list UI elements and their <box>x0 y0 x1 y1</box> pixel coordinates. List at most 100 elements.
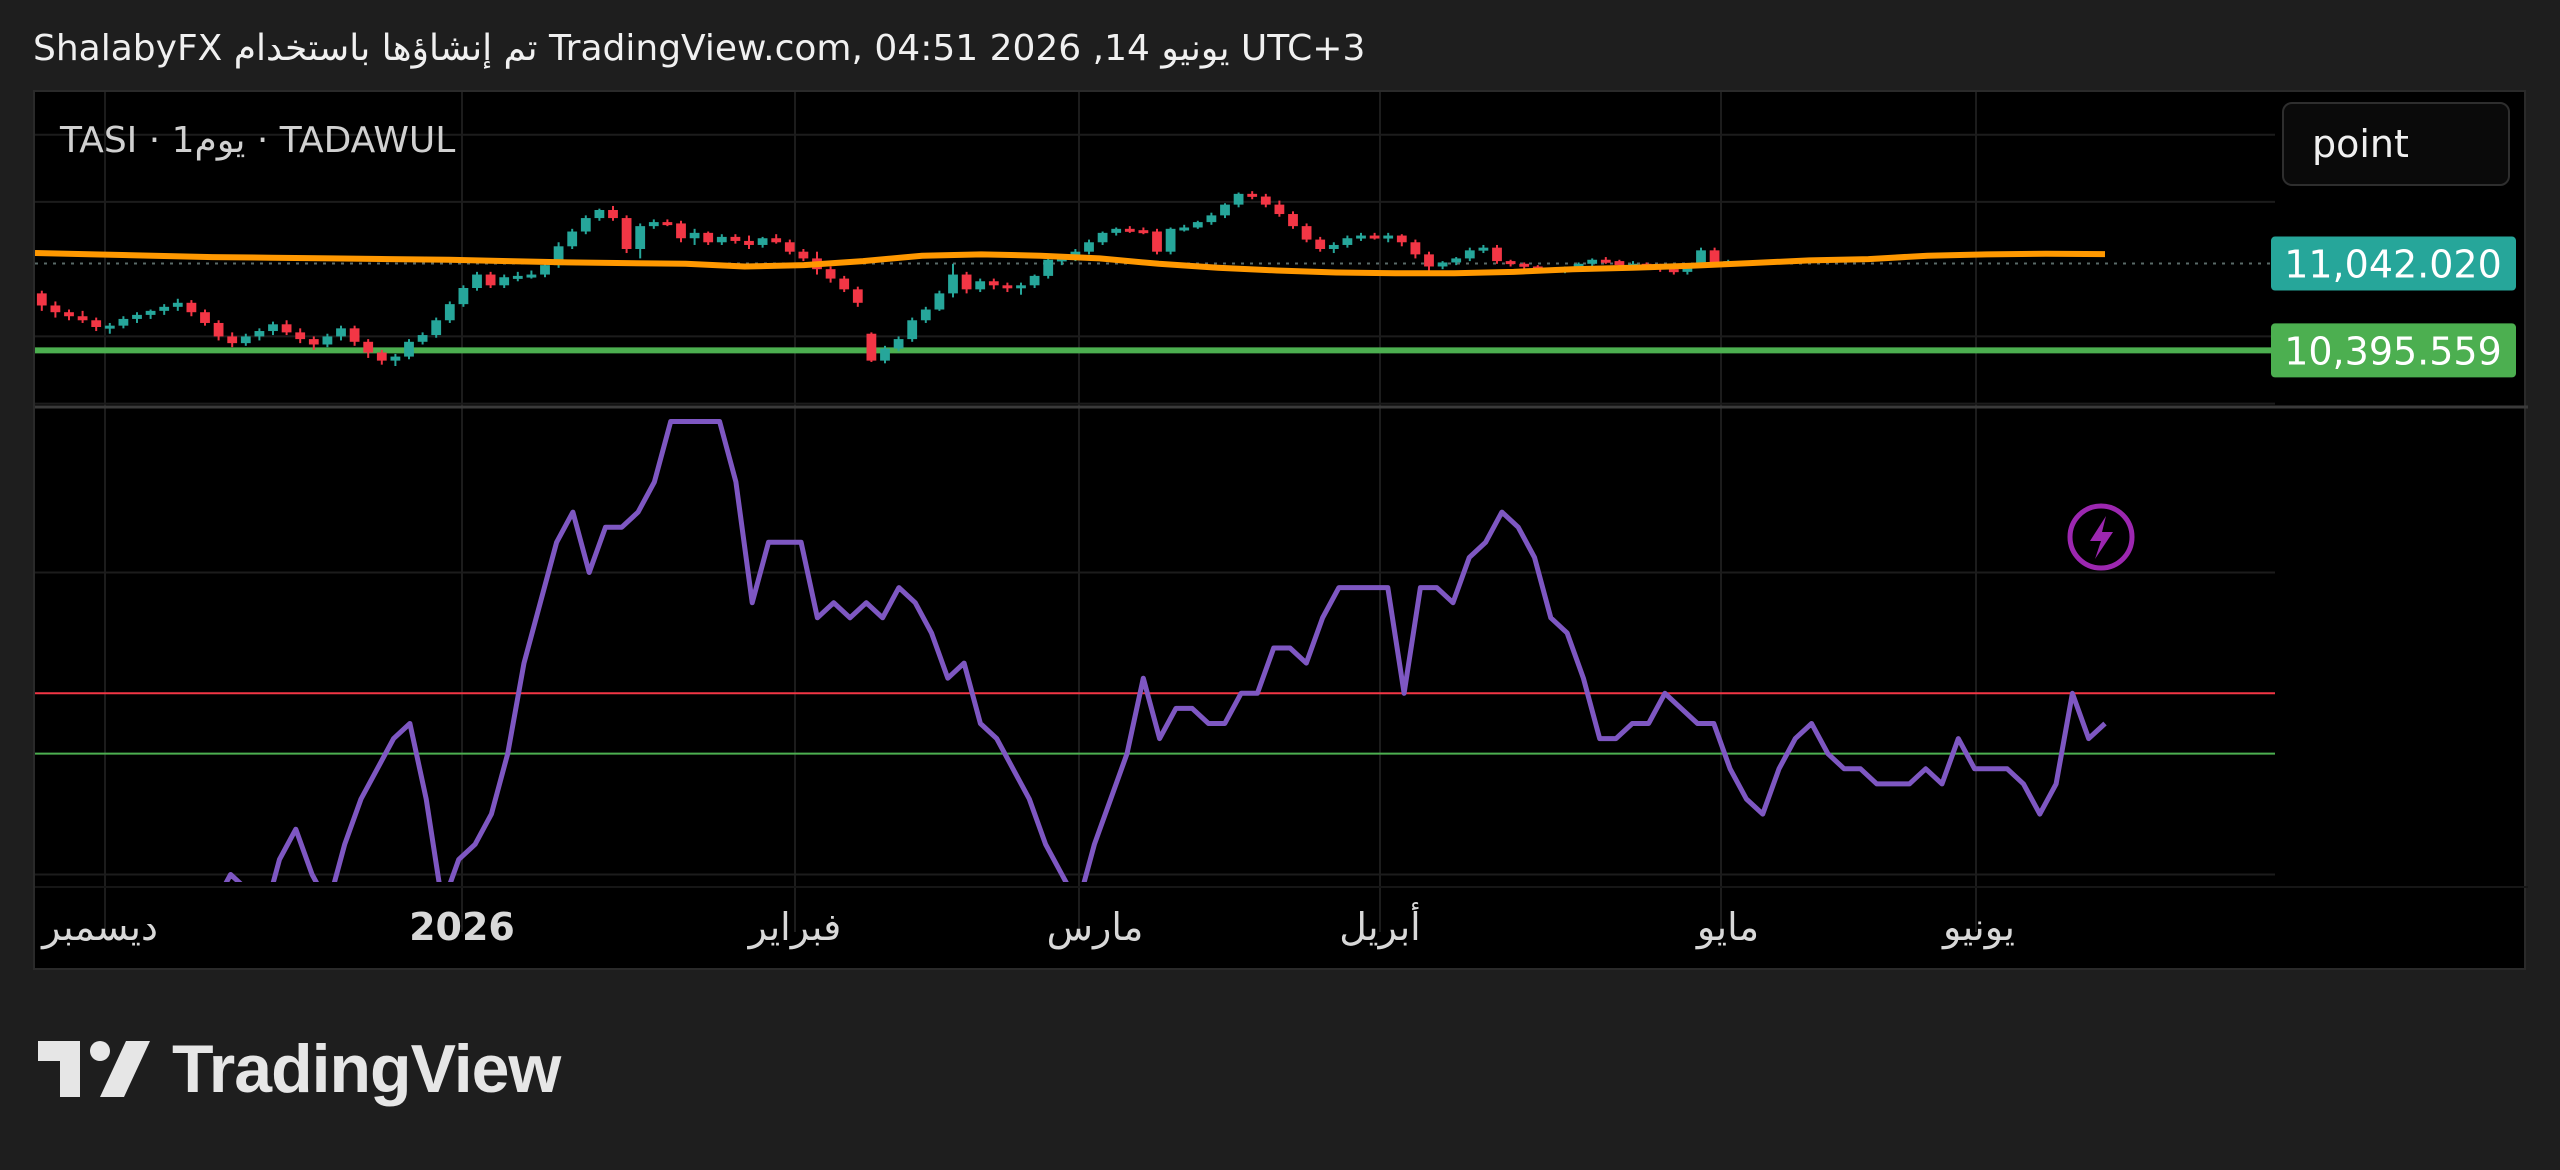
candle-body <box>172 302 183 307</box>
candle-body <box>580 218 591 232</box>
time-axis-label: أبريل <box>1339 902 1420 950</box>
candle-body <box>567 231 578 247</box>
candle-body <box>730 236 741 241</box>
candle-body <box>676 223 686 239</box>
candle-body <box>1084 242 1094 252</box>
candle-body <box>689 232 700 239</box>
candle-body <box>1342 238 1353 245</box>
candle-body <box>1206 215 1217 223</box>
candle-body <box>1437 262 1448 267</box>
candle-body <box>1124 228 1135 232</box>
time-axis-label: مارس <box>1047 905 1144 949</box>
support-price-badge: 10,395.559 <box>2284 329 2502 373</box>
candle-body <box>1233 193 1244 205</box>
candle-body <box>295 332 306 340</box>
candle-body <box>308 339 319 345</box>
candle-body <box>444 304 455 321</box>
candle-body <box>1478 247 1489 251</box>
candle-body <box>36 293 47 306</box>
candle-body <box>159 306 170 311</box>
rsi-axis-label: 40.00 <box>2337 853 2446 897</box>
candle-body <box>472 274 482 288</box>
time-axis-label: مايو <box>1695 905 1759 950</box>
candle-body <box>1328 244 1339 249</box>
candle-body <box>254 331 265 337</box>
candle-body <box>485 274 496 286</box>
time-axis-label: فبراير <box>747 905 842 950</box>
candle-body <box>376 352 387 361</box>
time-axis-label: 2026 <box>409 905 515 949</box>
candle-body <box>417 335 428 342</box>
candle-body <box>1396 235 1407 243</box>
candle-body <box>363 341 374 353</box>
symbol-label[interactable]: TASI · 1يوم · TADAWUL <box>60 120 455 161</box>
candle-body <box>281 324 292 333</box>
price-axis-label: 10,000.000 <box>2337 383 2528 427</box>
candle-body <box>1260 196 1271 205</box>
candle-body <box>948 274 958 294</box>
candle-body <box>1369 235 1380 239</box>
candle-body <box>784 242 795 252</box>
candle-body <box>499 277 510 286</box>
candle-body <box>431 320 442 336</box>
candle-body <box>1600 259 1611 263</box>
candle-body <box>1288 214 1298 227</box>
candle-body <box>390 356 401 361</box>
candle-body <box>1424 254 1434 267</box>
time-axis-label: يونيو <box>1941 905 2015 950</box>
candle-body <box>50 305 61 313</box>
scale-mode-button[interactable]: point <box>2282 102 2510 186</box>
candle-body <box>1614 261 1625 266</box>
candle-body <box>322 336 333 345</box>
candle-body <box>1356 235 1366 239</box>
candle-body <box>920 309 931 321</box>
candle-body <box>1315 239 1326 249</box>
candle-body <box>1519 263 1530 267</box>
candle-body <box>621 218 632 249</box>
candle-body <box>716 236 727 243</box>
candle-body <box>1192 222 1203 228</box>
candle-body <box>91 320 102 327</box>
price-axis-label: 11,500.000 <box>2337 181 2528 225</box>
candle-body <box>961 274 972 290</box>
candle-body <box>526 274 537 278</box>
candle-body <box>1492 247 1502 262</box>
candle-body <box>594 210 605 219</box>
candle-body <box>268 324 278 332</box>
candle-body <box>1220 204 1230 216</box>
candle-body <box>635 226 646 249</box>
candle-body <box>839 278 850 290</box>
candle-body <box>336 328 346 337</box>
candle-body <box>825 269 836 279</box>
candle-body <box>1274 204 1285 215</box>
candle-body <box>240 336 251 344</box>
chart-header-title: ShalabyFX تم إنشاؤها باستخدام TradingVie… <box>33 28 1366 69</box>
candle-body <box>662 222 673 226</box>
candle-body <box>1410 242 1421 255</box>
rsi-axis-label: 60.00 <box>2337 552 2446 596</box>
candle-body <box>540 265 550 275</box>
candle-body <box>1029 275 1040 286</box>
candle-body <box>200 312 210 323</box>
price-chart-svg[interactable]: 12,000.00011,500.00010,500.00010,000.000… <box>35 92 2528 972</box>
candle-body <box>934 293 945 310</box>
tradingview-logo: TradingView <box>38 1030 561 1108</box>
candle-body <box>1165 228 1176 252</box>
candle-body <box>703 232 714 243</box>
candle-body <box>64 312 74 317</box>
candle-body <box>880 348 890 361</box>
candle-body <box>771 238 782 243</box>
candle-body <box>404 341 414 357</box>
candles-group <box>36 191 1734 366</box>
candle-body <box>1097 232 1108 243</box>
candle-body <box>1464 250 1475 259</box>
brand-name: TradingView <box>172 1031 561 1107</box>
chart-panel[interactable]: 12,000.00011,500.00010,500.00010,000.000… <box>33 90 2528 972</box>
rsi-line <box>223 419 2107 882</box>
candle-body <box>118 318 129 326</box>
candle-body <box>1152 231 1162 252</box>
candle-body <box>608 210 618 219</box>
candle-body <box>1668 269 1679 273</box>
candle-body <box>1138 230 1149 234</box>
candle-body <box>757 238 768 245</box>
